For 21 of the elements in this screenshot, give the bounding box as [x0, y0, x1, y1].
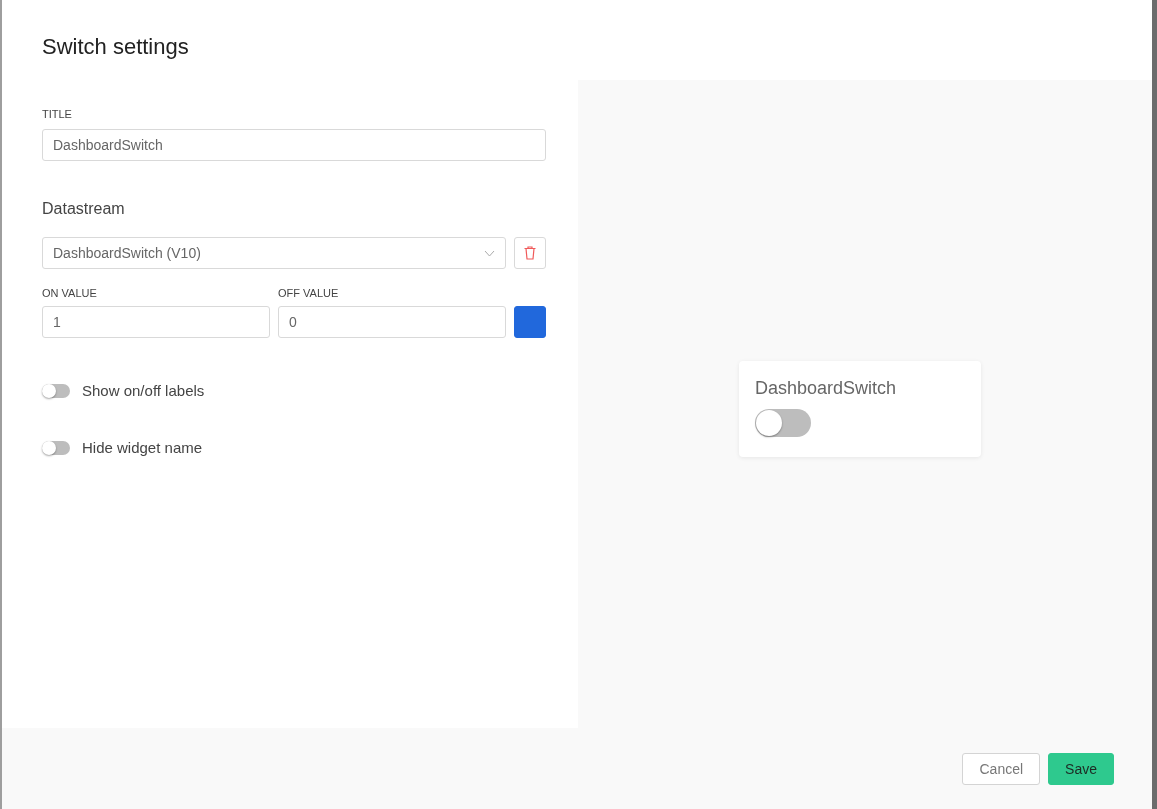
- field-label: ON VALUE: [42, 287, 98, 299]
- toggle-label: Show on/off labels: [82, 382, 205, 399]
- widget-name: DashboardSwitch: [755, 378, 897, 399]
- cancel-button[interactable]: Cancel: [962, 752, 1041, 785]
- chevron-down-icon: [484, 249, 495, 257]
- toggle-switch[interactable]: [755, 409, 811, 437]
- delete-button[interactable]: [514, 237, 546, 269]
- value-field[interactable]: 1: [42, 306, 270, 338]
- toggle-label: Hide widget name: [82, 439, 203, 456]
- color-swatch[interactable]: [514, 306, 546, 338]
- save-button[interactable]: Save: [1048, 752, 1114, 785]
- toggle-switch[interactable]: [42, 383, 70, 398]
- value-field[interactable]: 0: [278, 306, 506, 338]
- datastream-dropdown[interactable]: DashboardSwitch (V10): [42, 237, 506, 269]
- field-label: OFF VALUE: [278, 287, 340, 299]
- title-field[interactable]: DashboardSwitch: [42, 129, 546, 161]
- toggle-switch[interactable]: [42, 440, 70, 455]
- trash-icon: [524, 246, 536, 260]
- section-heading: Datastream: [42, 200, 125, 218]
- field-label: TITLE: [42, 108, 72, 120]
- dialog-title: Switch settings: [42, 34, 189, 60]
